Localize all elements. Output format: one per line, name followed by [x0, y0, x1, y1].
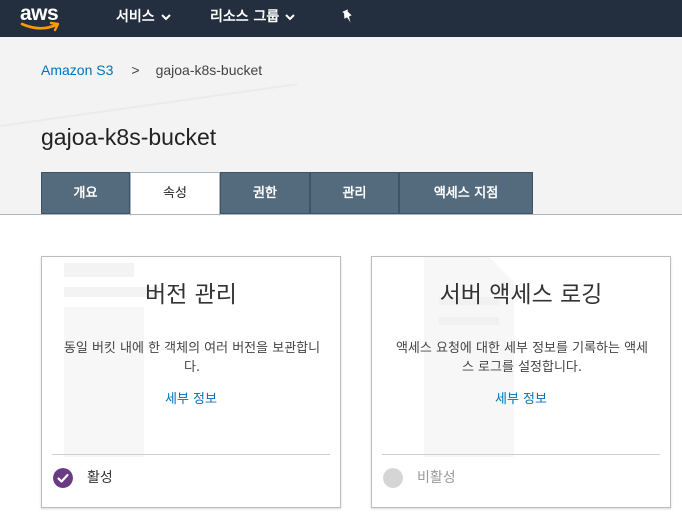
- chevron-down-icon: [285, 13, 295, 20]
- tab-overview[interactable]: 개요: [41, 172, 130, 214]
- services-menu-label: 서비스: [116, 9, 155, 25]
- details-link[interactable]: 세부 정보: [372, 388, 670, 407]
- server-access-logging-card[interactable]: 서버 액세스 로깅 액세스 요청에 대한 세부 정보를 기록하는 액세스 로그를…: [371, 256, 671, 508]
- aws-logo[interactable]: aws: [20, 2, 64, 34]
- breadcrumb-link-s3[interactable]: Amazon S3: [41, 62, 113, 78]
- pin-icon[interactable]: [340, 9, 356, 27]
- status-label: 활성: [87, 470, 113, 486]
- versioning-card[interactable]: 버전 관리 동일 버킷 내에 한 객체의 여러 버전을 보관합니다. 세부 정보…: [41, 256, 341, 508]
- decorative-line: [0, 83, 298, 127]
- tab-management[interactable]: 관리: [310, 172, 399, 214]
- card-divider: [52, 454, 330, 455]
- card-description: 액세스 요청에 대한 세부 정보를 기록하는 액세스 로그를 설정합니다.: [395, 341, 649, 375]
- resource-groups-menu[interactable]: 리소스 그룹: [210, 0, 295, 37]
- card-title: 서버 액세스 로깅: [439, 282, 603, 308]
- top-nav-bar: aws 서비스 리소스 그룹: [0, 0, 682, 37]
- breadcrumb-current: gajoa-k8s-bucket: [155, 62, 263, 78]
- tab-permissions[interactable]: 권한: [220, 172, 310, 214]
- chevron-down-icon: [160, 13, 171, 20]
- breadcrumb: Amazon S3 > gajoa-k8s-bucket: [41, 62, 262, 78]
- tab-access-points[interactable]: 액세스 지점: [399, 172, 533, 214]
- card-divider: [382, 454, 660, 455]
- status-label: 비활성: [417, 470, 456, 486]
- details-link[interactable]: 세부 정보: [42, 388, 340, 407]
- aws-smile-icon: [20, 21, 60, 32]
- card-description: 동일 버킷 내에 한 객체의 여러 버전을 보관합니다.: [63, 341, 321, 375]
- page-title: gajoa-k8s-bucket: [41, 124, 217, 150]
- card-title: 버전 관리: [145, 282, 237, 308]
- breadcrumb-separator: >: [131, 62, 140, 78]
- tab-divider: [0, 214, 682, 215]
- services-menu[interactable]: 서비스: [116, 0, 171, 37]
- resource-groups-menu-label: 리소스 그룹: [210, 9, 280, 25]
- tab-properties[interactable]: 속성: [130, 172, 220, 216]
- check-circle-icon: [53, 468, 73, 488]
- disabled-circle-icon: [383, 468, 403, 488]
